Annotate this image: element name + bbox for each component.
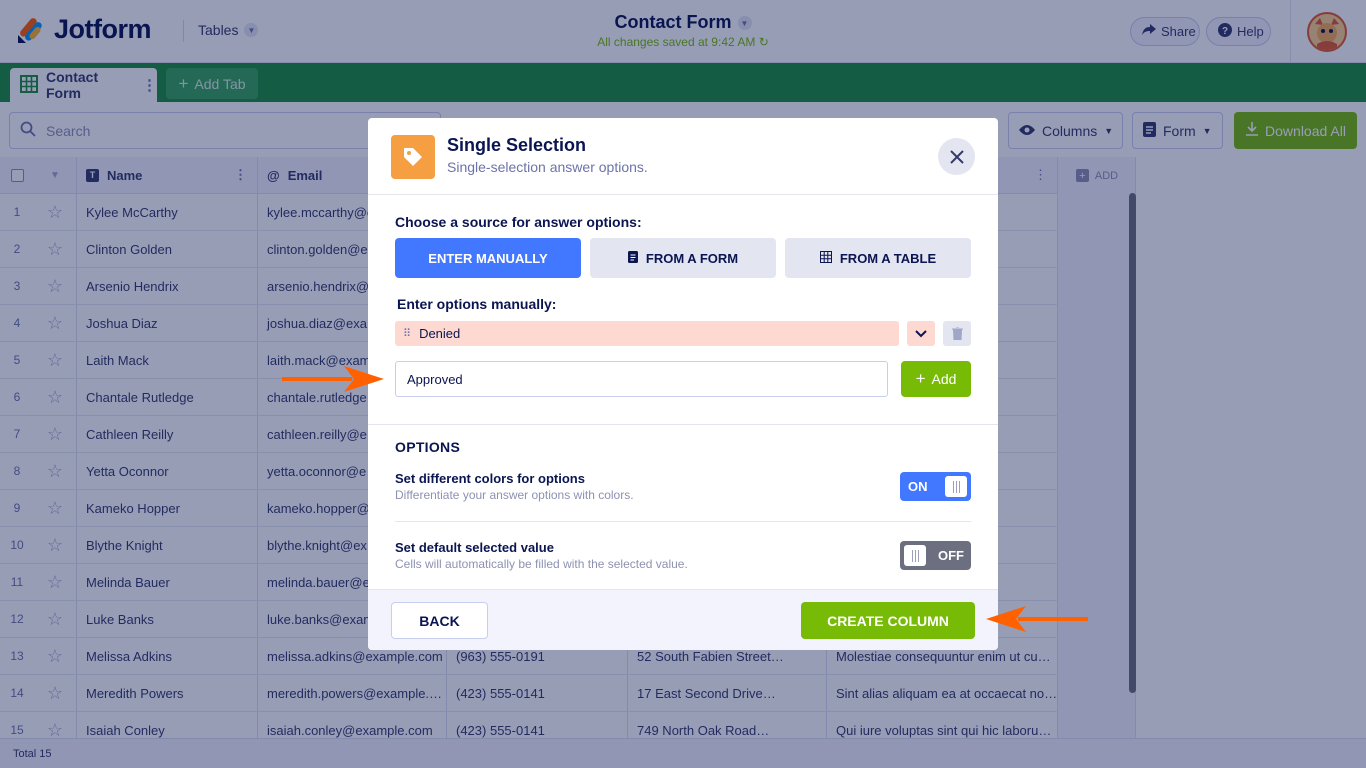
options-heading: OPTIONS — [395, 439, 461, 455]
chevron-down-icon — [915, 329, 927, 337]
from-a-table-button[interactable]: FROM A TABLE — [785, 238, 971, 278]
enter-options-label: Enter options manually: — [397, 296, 557, 312]
table-icon — [819, 250, 832, 266]
default-value-toggle[interactable]: OFF — [900, 541, 971, 570]
create-column-button[interactable]: CREATE COLUMN — [801, 602, 975, 639]
toggle-label: ON — [908, 479, 928, 494]
colors-setting-description: Differentiate your answer options with c… — [395, 488, 634, 502]
annotation-arrow-right — [282, 366, 384, 392]
plus-icon: + — [915, 369, 926, 388]
colors-toggle[interactable]: ON — [900, 472, 971, 501]
tag-icon — [391, 135, 435, 179]
from-a-form-button[interactable]: FROM A FORM — [590, 238, 776, 278]
modal-footer: BACK CREATE COLUMN — [368, 589, 998, 650]
drag-handle-icon[interactable]: ⠿ — [403, 327, 411, 340]
close-icon — [949, 149, 964, 164]
source-option-label: FROM A FORM — [645, 250, 739, 266]
source-label: Choose a source for answer options: — [395, 214, 642, 230]
enter-manually-button[interactable]: ENTER MANUALLY — [395, 238, 581, 278]
annotation-arrow-left — [986, 606, 1088, 632]
source-option-label: ENTER MANUALLY — [428, 250, 548, 266]
form-icon — [627, 250, 638, 266]
trash-icon — [951, 327, 963, 340]
modal-title: Single Selection — [447, 135, 587, 155]
source-option-label: FROM A TABLE — [839, 250, 937, 266]
modal-subtitle: Single-selection answer options. — [447, 159, 648, 175]
single-selection-modal: Single Selection Single-selection answer… — [368, 118, 998, 650]
setting-divider — [395, 521, 971, 522]
default-value-setting-description: Cells will automatically be filled with … — [395, 557, 688, 571]
option-item-denied[interactable]: ⠿ Denied — [395, 321, 899, 346]
new-option-input[interactable] — [395, 361, 888, 397]
close-button[interactable] — [938, 138, 975, 175]
toggle-label: OFF — [938, 548, 964, 563]
toggle-knob — [945, 476, 967, 497]
back-button[interactable]: BACK — [391, 602, 488, 639]
toggle-knob — [904, 545, 926, 566]
default-value-setting-title: Set default selected value — [395, 540, 554, 555]
option-color-dropdown[interactable] — [907, 321, 935, 346]
delete-option-button[interactable] — [943, 321, 971, 346]
option-label: Denied — [419, 326, 461, 341]
add-option-button[interactable]: + Add — [901, 361, 971, 397]
add-option-label: Add — [931, 371, 957, 387]
modal-header: Single Selection Single-selection answer… — [368, 118, 998, 195]
section-divider — [368, 424, 998, 425]
colors-setting-title: Set different colors for options — [395, 471, 585, 486]
